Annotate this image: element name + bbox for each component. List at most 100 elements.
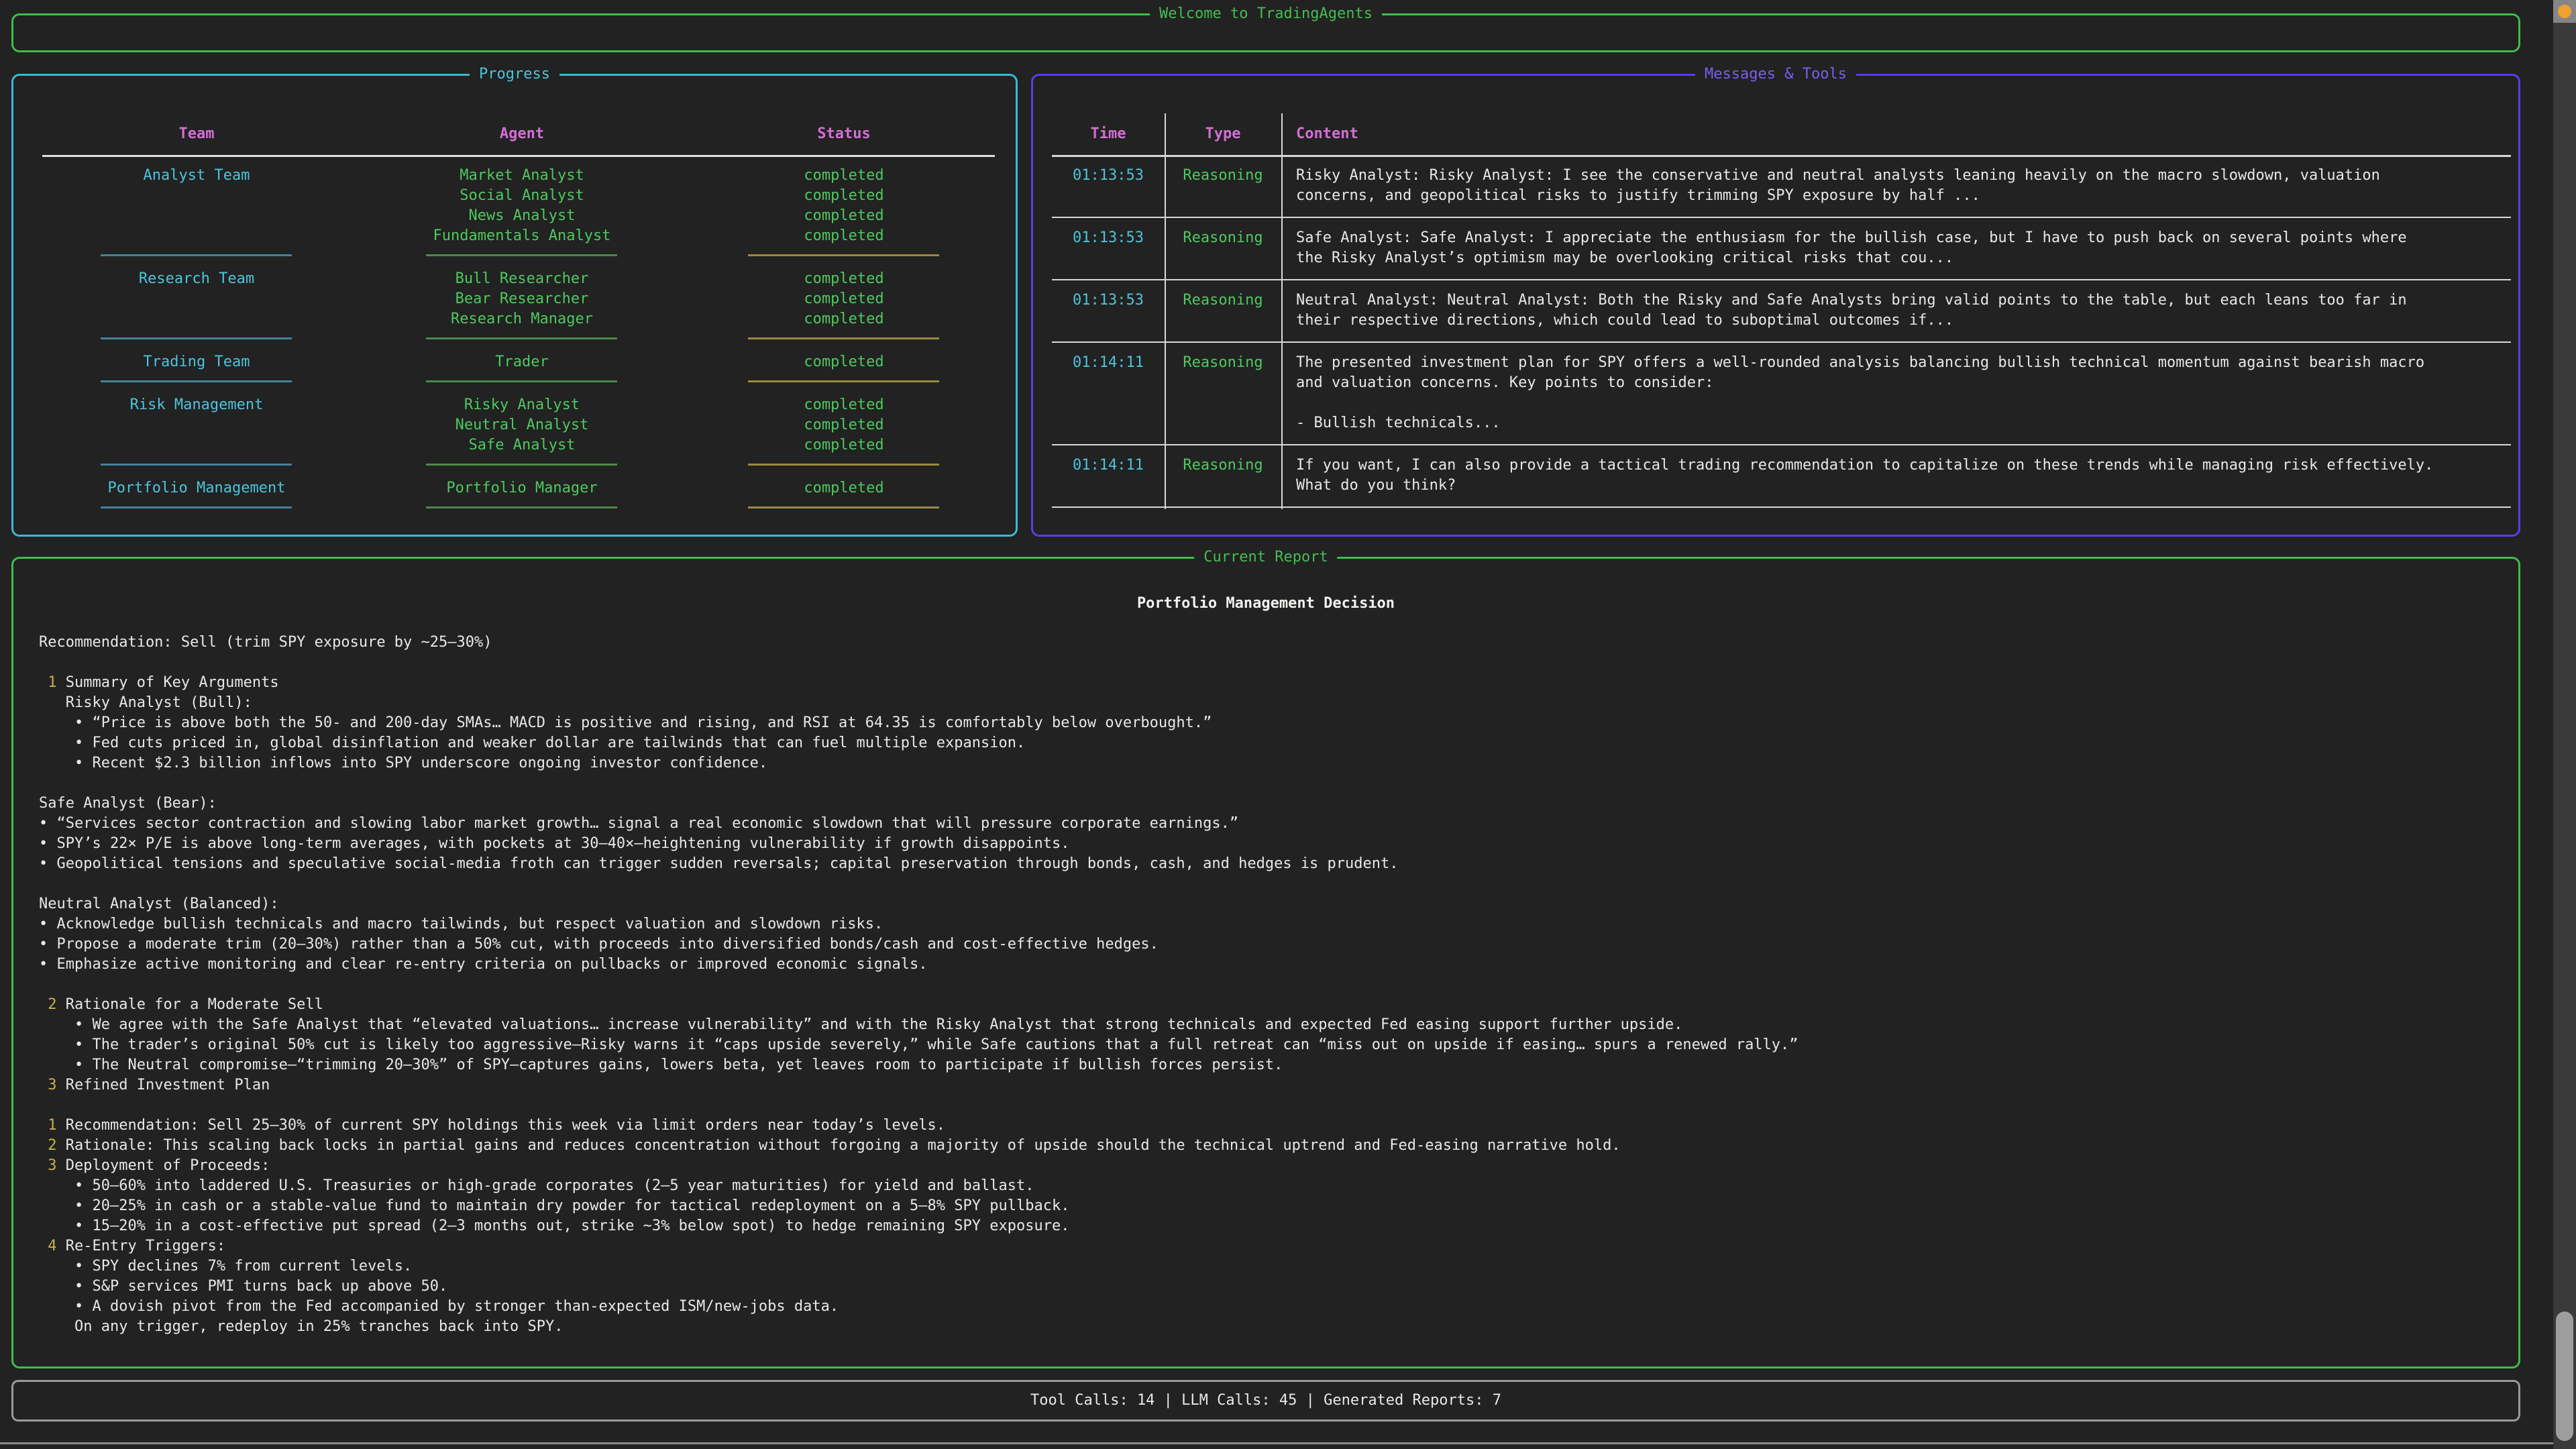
message-time: 01:14:11 <box>1052 353 1165 373</box>
welcome-panel: Welcome to TradingAgents <box>11 13 2520 52</box>
status-bar: Tool Calls: 14 | LLM Calls: 45 | Generat… <box>11 1380 2520 1421</box>
report-text <box>39 996 48 1013</box>
report-text <box>39 1137 48 1154</box>
report-list-number: 4 <box>48 1238 56 1254</box>
message-row-divider <box>1052 444 2511 445</box>
scrollbar-track[interactable] <box>2553 0 2576 1449</box>
report-text: • Emphasize active monitoring and clear … <box>39 956 928 973</box>
message-content-line: The presented investment plan for SPY of… <box>1296 353 2510 373</box>
report-text: Refined Investment Plan <box>57 1077 270 1093</box>
progress-agent-status: completed <box>693 289 995 309</box>
report-text <box>39 1077 48 1093</box>
progress-section-divider <box>101 254 292 256</box>
messages-column-time: Time <box>1052 124 1165 144</box>
report-text: • The Neutral compromise—“trimming 20–30… <box>39 1057 1283 1073</box>
report-heading: Portfolio Management Decision <box>13 594 2518 614</box>
report-line: 2 Rationale for a Moderate Sell <box>39 995 323 1015</box>
messages-column-type: Type <box>1165 124 1281 144</box>
report-line: • SPY’s 22× P/E is above long-term avera… <box>39 834 1069 854</box>
report-text: • “Price is above both the 50- and 200-d… <box>39 714 1212 731</box>
progress-section-divider <box>748 506 939 508</box>
report-line: • Emphasize active monitoring and clear … <box>39 955 928 975</box>
message-content-line: Risky Analyst: Risky Analyst: I see the … <box>1296 166 2510 186</box>
report-line: • Propose a moderate trim (20–30%) rathe… <box>39 934 1159 955</box>
report-text: Recommendation: Sell 25–30% of current S… <box>57 1117 946 1134</box>
report-text: • We agree with the Safe Analyst that “e… <box>39 1016 1682 1033</box>
progress-agent-name: Trader <box>351 352 693 372</box>
report-text <box>39 674 48 691</box>
progress-panel: Progress Team Agent Status Analyst TeamM… <box>11 74 1018 537</box>
message-content-line: If you want, I can also provide a tactic… <box>1296 455 2510 476</box>
report-line: Neutral Analyst (Balanced): <box>39 894 279 914</box>
report-text: • Propose a moderate trim (20–30%) rathe… <box>39 936 1159 953</box>
scroll-button[interactable] <box>2553 0 2576 23</box>
report-text: Rationale: This scaling back locks in pa… <box>57 1137 1621 1154</box>
progress-section-divider <box>426 380 617 382</box>
messages-column-divider <box>1281 113 1283 509</box>
message-time: 01:13:53 <box>1052 228 1165 248</box>
messages-panel-title: Messages & Tools <box>1695 64 1856 85</box>
progress-agent-status: completed <box>693 226 995 246</box>
report-text: Rationale for a Moderate Sell <box>57 996 323 1013</box>
progress-section-divider <box>101 337 292 339</box>
progress-agent-status: completed <box>693 395 995 415</box>
report-line: 4 Re-Entry Triggers: <box>39 1236 225 1256</box>
message-content-line: What do you think? <box>1296 476 2510 496</box>
report-text: • “Services sector contraction and slowi… <box>39 815 1238 832</box>
progress-agent-name: Research Manager <box>351 309 693 329</box>
message-type: Reasoning <box>1165 455 1281 476</box>
report-line: • 20–25% in cash or a stable-value fund … <box>39 1196 1069 1216</box>
report-list-number: 3 <box>48 1077 56 1093</box>
progress-agent-status: completed <box>693 478 995 498</box>
report-text: • Geopolitical tensions and speculative … <box>39 855 1399 872</box>
report-line: Recommendation: Sell (trim SPY exposure … <box>39 633 492 653</box>
progress-agent-name: Portfolio Manager <box>351 478 693 498</box>
message-time: 01:13:53 <box>1052 166 1165 186</box>
report-list-number: 2 <box>48 1137 56 1154</box>
progress-agent-name: Bull Researcher <box>351 269 693 289</box>
report-line: • 50–60% into laddered U.S. Treasuries o… <box>39 1176 1034 1196</box>
report-text: • SPY’s 22× P/E is above long-term avera… <box>39 835 1069 852</box>
report-text: • 15–20% in a cost-effective put spread … <box>39 1218 1069 1234</box>
messages-column-content: Content <box>1296 124 1358 144</box>
message-content-line: their respective directions, which could… <box>1296 311 2510 331</box>
progress-section-divider <box>426 506 617 508</box>
status-bar-text: Tool Calls: 14 | LLM Calls: 45 | Generat… <box>1030 1391 1501 1411</box>
message-row-divider <box>1052 279 2511 280</box>
progress-agent-name: Bear Researcher <box>351 289 693 309</box>
report-line: On any trigger, redeploy in 25% tranches… <box>39 1317 563 1337</box>
progress-agent-status: completed <box>693 269 995 289</box>
report-line: Risky Analyst (Bull): <box>39 693 252 713</box>
report-line: 1 Summary of Key Arguments <box>39 673 279 693</box>
progress-agent-status: completed <box>693 186 995 206</box>
message-time: 01:14:11 <box>1052 455 1165 476</box>
progress-agent-status: completed <box>693 309 995 329</box>
report-text: • S&P services PMI turns back up above 5… <box>39 1278 447 1295</box>
report-text: • SPY declines 7% from current levels. <box>39 1258 412 1275</box>
progress-team-name: Risk Management <box>42 395 351 415</box>
report-text: Deployment of Proceeds: <box>57 1157 270 1174</box>
scrollbar-thumb[interactable] <box>2556 1311 2573 1441</box>
message-type: Reasoning <box>1165 290 1281 311</box>
report-list-number: 2 <box>48 996 56 1013</box>
message-content-line: - Bullish technicals... <box>1296 413 2510 433</box>
message-time: 01:13:53 <box>1052 290 1165 311</box>
progress-agent-name: Neutral Analyst <box>351 415 693 435</box>
message-row-divider <box>1052 506 2511 508</box>
progress-agent-name: Safe Analyst <box>351 435 693 455</box>
report-line: • The trader’s original 50% cut is likel… <box>39 1035 1799 1055</box>
window-bottom-edge <box>0 1442 2553 1444</box>
report-text: Recommendation: Sell (trim SPY exposure … <box>39 634 492 651</box>
report-line: • “Price is above both the 50- and 200-d… <box>39 713 1212 733</box>
report-line: • SPY declines 7% from current levels. <box>39 1256 412 1277</box>
message-content-line: Safe Analyst: Safe Analyst: I appreciate… <box>1296 228 2510 248</box>
report-text: On any trigger, redeploy in 25% tranches… <box>39 1318 563 1335</box>
message-content-line: the Risky Analyst’s optimism may be over… <box>1296 248 2510 268</box>
progress-section-divider <box>101 506 292 508</box>
report-line: 3 Deployment of Proceeds: <box>39 1156 270 1176</box>
report-line: 1 Recommendation: Sell 25–30% of current… <box>39 1116 945 1136</box>
report-line: • 15–20% in a cost-effective put spread … <box>39 1216 1069 1236</box>
report-line: 2 Rationale: This scaling back locks in … <box>39 1136 1621 1156</box>
messages-panel: Messages & Tools Time Type Content 01:13… <box>1031 74 2520 537</box>
report-panel: Current Report Portfolio Management Deci… <box>11 557 2520 1368</box>
